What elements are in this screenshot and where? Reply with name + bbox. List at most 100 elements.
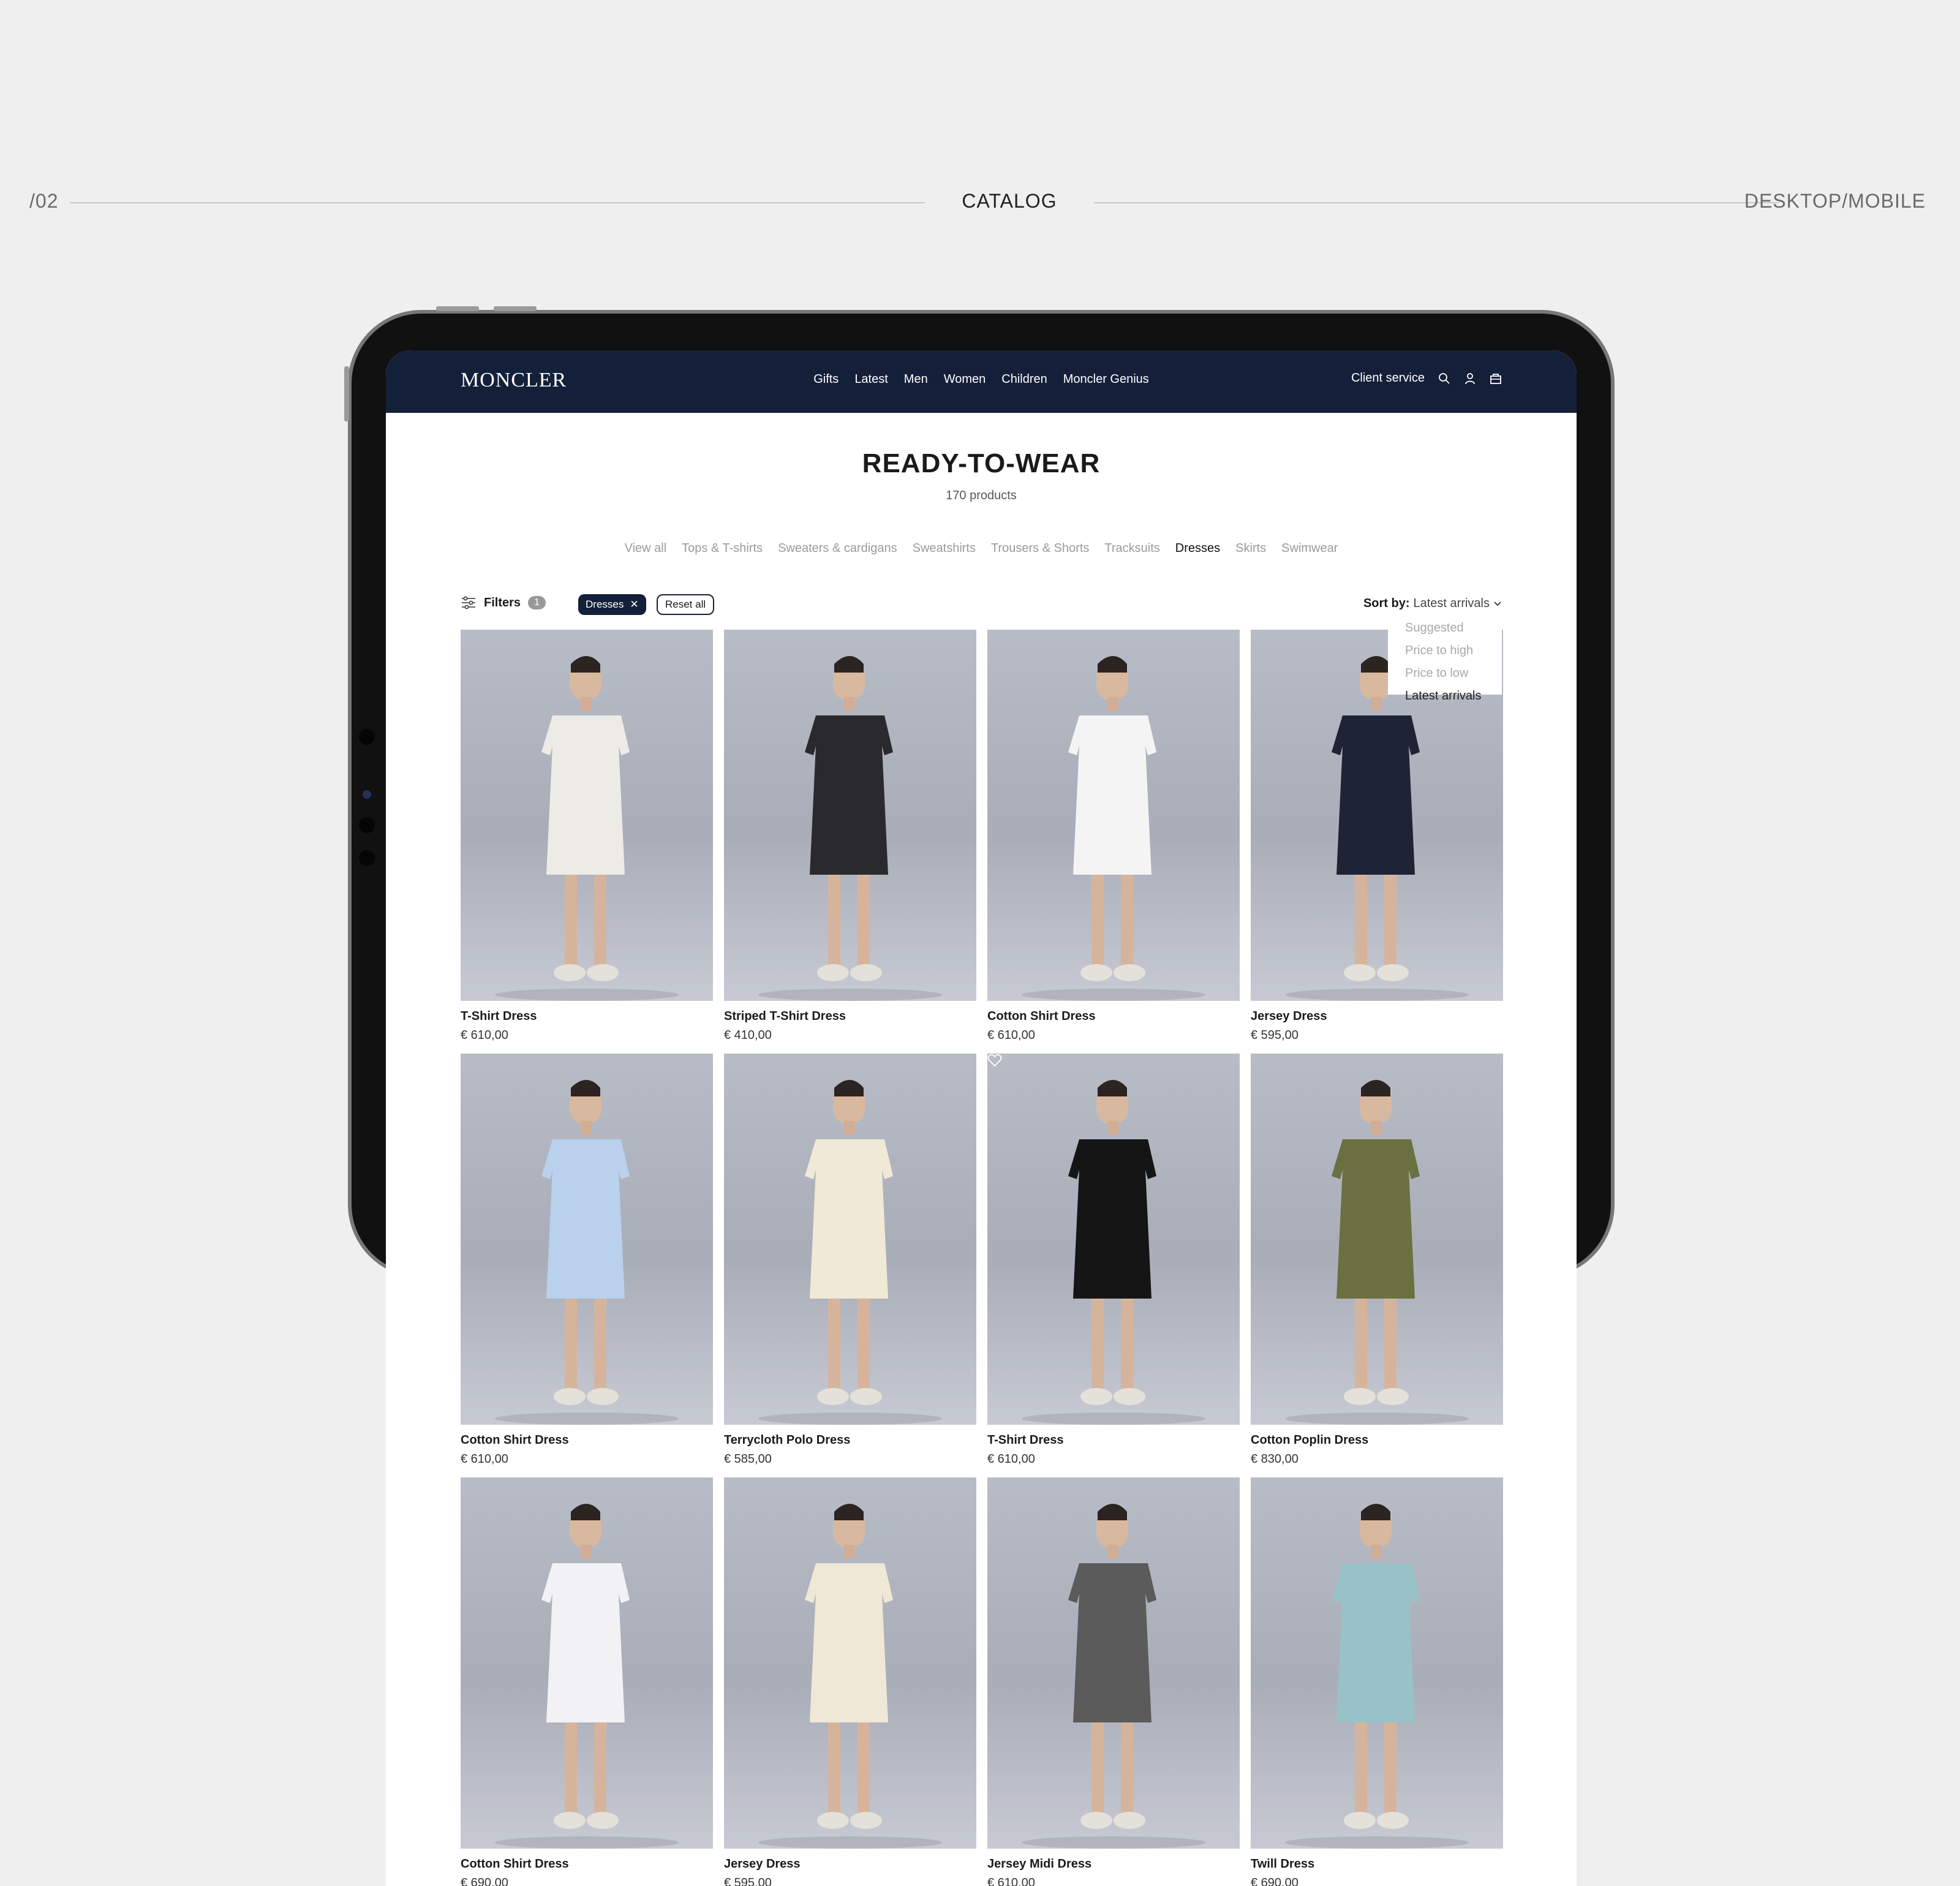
product-card[interactable]: Cotton Shirt Dress € 610,00 xyxy=(461,1054,713,1466)
tab-dresses[interactable]: Dresses xyxy=(1175,541,1220,556)
product-price: € 610,00 xyxy=(987,1452,1035,1466)
product-image[interactable] xyxy=(987,1054,1240,1425)
product-price: € 410,00 xyxy=(724,1028,772,1042)
top-navbar: MONCLER Gifts Latest Men Women Children … xyxy=(386,350,1577,413)
product-image[interactable] xyxy=(1251,1054,1503,1425)
tablet-top-button xyxy=(436,306,479,311)
sort-option-latest-arrivals[interactable]: Latest arrivals xyxy=(1405,689,1485,712)
product-card[interactable]: T-Shirt Dress € 610,00 xyxy=(987,1054,1240,1466)
tab-tracksuits[interactable]: Tracksuits xyxy=(1104,541,1159,556)
product-image[interactable] xyxy=(1251,1477,1503,1849)
product-image[interactable] xyxy=(724,1477,976,1849)
sort-dropdown[interactable]: Sort by: Latest arrivals xyxy=(1363,597,1502,611)
product-card[interactable]: Terrycloth Polo Dress € 585,00 xyxy=(724,1054,976,1466)
tablet-side-button xyxy=(344,366,349,421)
tab-tops-t-shirts[interactable]: Tops & T-shirts xyxy=(682,541,763,556)
filters-count-badge: 1 xyxy=(528,596,546,609)
nav-item-women[interactable]: Women xyxy=(944,372,986,387)
product-card[interactable]: Twill Dress € 690,00 xyxy=(1251,1477,1503,1886)
product-card[interactable]: Striped T-Shirt Dress € 410,00 xyxy=(724,630,976,1043)
product-price: € 690,00 xyxy=(1251,1876,1298,1886)
client-service-link[interactable]: Client service xyxy=(1351,371,1425,385)
product-name[interactable]: Cotton Shirt Dress xyxy=(461,1433,713,1447)
product-card[interactable]: Cotton Shirt Dress € 610,00 xyxy=(987,630,1240,1043)
filters-label: Filters xyxy=(484,595,521,609)
chip-label: Dresses xyxy=(586,598,624,610)
page-title: READY-TO-WEAR xyxy=(862,448,1101,478)
nav-item-moncler-genius[interactable]: Moncler Genius xyxy=(1063,372,1149,387)
nav-item-children[interactable]: Children xyxy=(1001,372,1047,387)
product-card[interactable]: Cotton Poplin Dress € 830,00 xyxy=(1251,1054,1503,1466)
product-name[interactable]: Cotton Poplin Dress xyxy=(1251,1433,1503,1447)
product-card[interactable]: T-Shirt Dress € 610,00 xyxy=(461,630,713,1043)
product-name[interactable]: Cotton Shirt Dress xyxy=(461,1857,713,1871)
nav-utilities: Client service xyxy=(1351,371,1502,385)
product-name[interactable]: Jersey Dress xyxy=(1251,1009,1503,1024)
search-icon[interactable] xyxy=(1438,372,1450,385)
tab-view-all[interactable]: View all xyxy=(625,541,667,556)
product-image[interactable] xyxy=(987,630,1240,1001)
product-card[interactable]: Cotton Shirt Dress € 690,00 xyxy=(461,1477,713,1886)
camera-dot xyxy=(359,729,375,745)
product-image[interactable] xyxy=(461,630,713,1001)
product-name[interactable]: T-Shirt Dress xyxy=(987,1433,1240,1447)
product-image[interactable] xyxy=(724,630,976,1001)
bag-icon[interactable] xyxy=(1490,372,1502,385)
divider xyxy=(1094,202,1779,203)
sort-menu: Suggested Price to high Price to low Lat… xyxy=(1388,614,1502,703)
sort-value: Latest arrivals xyxy=(1413,597,1490,610)
sort-label: Sort by: xyxy=(1363,597,1410,610)
divider xyxy=(70,202,925,203)
reset-all-button[interactable]: Reset all xyxy=(657,594,715,615)
product-image[interactable] xyxy=(724,1054,976,1425)
chevron-down-icon xyxy=(1494,601,1501,606)
browser-screen: MONCLER Gifts Latest Men Women Children … xyxy=(386,350,1577,1886)
close-icon[interactable]: ✕ xyxy=(630,598,638,611)
sort-option-price-to-high[interactable]: Price to high xyxy=(1405,644,1485,666)
product-image[interactable] xyxy=(461,1054,713,1425)
product-card[interactable]: Jersey Midi Dress € 610,00 xyxy=(987,1477,1240,1886)
tab-trousers-shorts[interactable]: Trousers & Shorts xyxy=(991,541,1089,556)
product-name[interactable]: Jersey Midi Dress xyxy=(987,1857,1240,1871)
product-image[interactable] xyxy=(461,1477,713,1849)
tab-sweaters-cardigans[interactable]: Sweaters & cardigans xyxy=(778,541,897,556)
product-name[interactable]: T-Shirt Dress xyxy=(461,1009,713,1024)
section-number: /02 xyxy=(29,190,59,212)
nav-item-men[interactable]: Men xyxy=(904,372,928,387)
section-header: /02 CATALOG DESKTOP/MOBILE xyxy=(29,190,1926,214)
product-name[interactable]: Jersey Dress xyxy=(724,1857,976,1871)
tab-sweatshirts[interactable]: Sweatshirts xyxy=(913,541,976,556)
tab-swimwear[interactable]: Swimwear xyxy=(1281,541,1338,556)
product-price: € 610,00 xyxy=(987,1028,1035,1042)
product-price: € 610,00 xyxy=(461,1028,508,1042)
product-image[interactable] xyxy=(987,1477,1240,1849)
product-price: € 610,00 xyxy=(461,1452,508,1466)
product-name[interactable]: Twill Dress xyxy=(1251,1857,1503,1871)
sort-option-suggested[interactable]: Suggested xyxy=(1405,621,1485,644)
sort-option-price-to-low[interactable]: Price to low xyxy=(1405,666,1485,689)
product-name[interactable]: Cotton Shirt Dress xyxy=(987,1009,1240,1024)
product-price: € 595,00 xyxy=(1251,1028,1298,1042)
tablet-top-button xyxy=(494,306,537,311)
heart-icon[interactable] xyxy=(987,1054,1002,1067)
filters-button[interactable]: Filters 1 xyxy=(461,595,546,610)
camera-dot xyxy=(359,850,375,866)
tab-skirts[interactable]: Skirts xyxy=(1235,541,1266,556)
product-card[interactable]: Jersey Dress € 595,00 xyxy=(724,1477,976,1886)
sliders-icon xyxy=(462,596,475,609)
camera-dot xyxy=(359,817,375,833)
user-icon[interactable] xyxy=(1464,372,1476,385)
product-price: € 585,00 xyxy=(724,1452,772,1466)
active-filter-chip[interactable]: Dresses ✕ xyxy=(578,594,646,615)
product-name[interactable]: Striped T-Shirt Dress xyxy=(724,1009,976,1024)
camera-lens xyxy=(363,790,371,799)
category-tabs: View all Tops & T-shirts Sweaters & card… xyxy=(386,541,1577,556)
product-name[interactable]: Terrycloth Polo Dress xyxy=(724,1433,976,1447)
nav-item-latest[interactable]: Latest xyxy=(854,372,888,387)
product-price: € 595,00 xyxy=(724,1876,772,1886)
product-price: € 610,00 xyxy=(987,1876,1035,1886)
product-price: € 830,00 xyxy=(1251,1452,1298,1466)
section-title: CATALOG xyxy=(962,190,1057,212)
nav-item-gifts[interactable]: Gifts xyxy=(813,372,839,387)
filter-toolbar: Filters 1 Dresses ✕ Reset all Sort by: L… xyxy=(461,594,1502,616)
